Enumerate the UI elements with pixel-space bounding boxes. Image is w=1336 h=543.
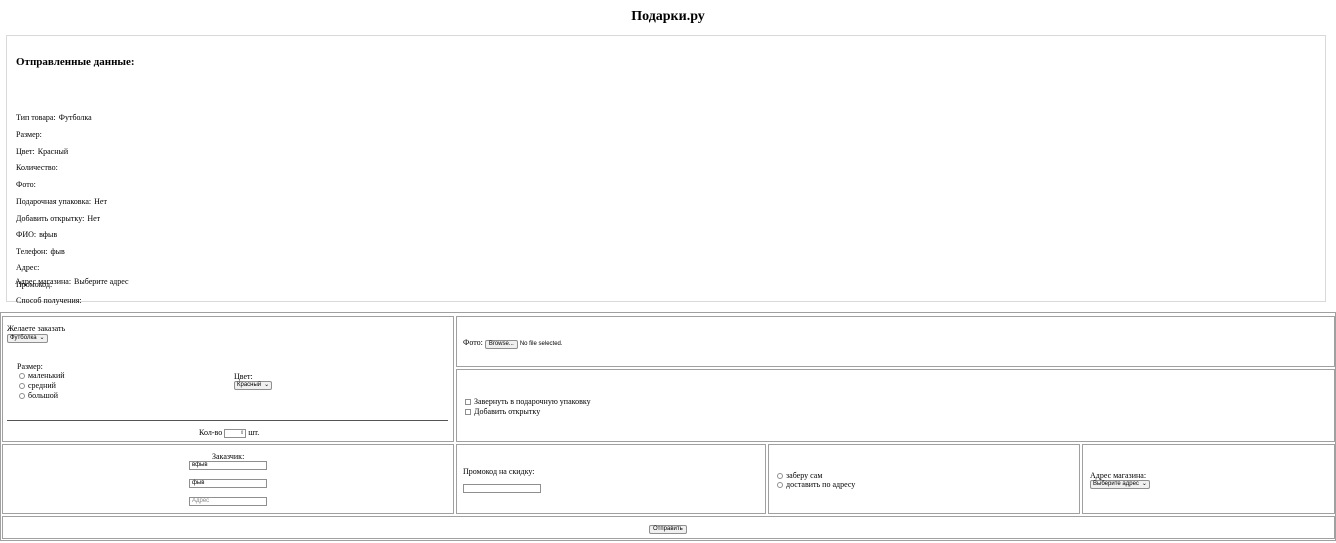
summary-row-quantity: Количество: [16,163,58,172]
product-select[interactable]: Футболка ⌄ [7,333,48,343]
checkbox-icon [465,399,471,406]
radio-icon [777,473,783,480]
quantity-label: Кол-во [199,428,223,437]
summary-row-address: Адрес: [16,263,40,272]
browse-button[interactable]: Browse... [484,340,518,349]
gift-wrap-checkbox[interactable]: Завернуть в подарочную упаковку [465,397,591,406]
chevron-down-icon: ⌄ [264,381,270,388]
submitted-data-heading: Отправленные данные: [16,56,135,68]
product-cell: Желаете заказать Футболка ⌄ Размер: мален… [2,316,454,442]
summary-row-delivery-method: Способ получения: [16,296,82,305]
chevron-down-icon: ⌄ [1141,480,1147,487]
radio-icon [19,393,25,400]
photo-label: Фото: [463,338,483,347]
promo-cell: Промокод на скидку: [456,444,766,514]
summary-row-name: ФИО: вфыв [16,230,58,239]
divider [7,420,448,421]
submit-cell: Отправить [2,516,1335,539]
radio-icon [777,482,783,489]
name-input[interactable]: вфыв [189,461,267,470]
extras-cell: Завернуть в подарочную упаковку Добавить… [456,369,1335,442]
quantity-stepper[interactable]: ⇕ [224,428,247,438]
summary-row-card: Добавить открытку: Нет [16,214,101,223]
size-option-large[interactable]: большой [19,391,58,400]
delivery-cell: заберу сам доставить по адресу [768,444,1080,514]
customer-cell: Заказчик: вфыв фыв Адрес [2,444,454,514]
summary-row-color: Цвет: Красный [16,147,69,156]
summary-row-photo: Фото: [16,180,36,189]
delivery-option-pickup[interactable]: заберу сам [777,471,822,480]
store-select[interactable]: Выберите адрес ⌄ [1090,479,1150,489]
summary-row-phone: Телефон: фыв [16,247,65,256]
product-label: Желаете заказать [7,324,66,333]
size-label: Размер: [17,362,43,371]
chevron-down-icon: ⌄ [39,334,45,341]
checkbox-icon [465,409,471,416]
address-input[interactable]: Адрес [189,497,267,506]
delivery-option-courier[interactable]: доставить по адресу [777,480,855,489]
color-select[interactable]: Красный ⌄ [234,380,273,390]
phone-input[interactable]: фыв [189,479,267,488]
spinner-icon: ⇕ [240,430,245,436]
submitted-data-panel: Отправленные данные: Тип товара: Футболка… [6,35,1326,305]
size-option-small[interactable]: маленький [19,371,65,380]
summary-row-gift-wrap: Подарочная упаковка: Нет [16,197,107,206]
page-title: Подарки.ру [631,9,705,24]
order-form: Желаете заказать Футболка ⌄ Размер: мален… [0,312,1336,541]
quantity-row: Кол-во ⇕ шт. [199,428,259,438]
promo-label: Промокод на скидку: [463,467,535,476]
customer-label: Заказчик: [212,452,245,461]
photo-row: Фото: Browse... No file selected. [463,338,563,349]
file-status: No file selected. [519,341,563,347]
photo-cell: Фото: Browse... No file selected. [456,316,1335,367]
radio-icon [19,373,25,380]
summary-row-product-type: Тип товара: Футболка [16,113,92,122]
add-card-checkbox[interactable]: Добавить открытку [465,407,540,416]
quantity-unit: шт. [248,428,260,437]
submit-button[interactable]: Отправить [649,525,687,534]
store-cell: Адрес магазина: Выберите адрес ⌄ [1082,444,1335,514]
summary-row-store-address: Адрес магазина: Выберите адрес [15,277,129,286]
size-option-medium[interactable]: средний [19,381,56,390]
radio-icon [19,383,25,390]
summary-row-size: Размер: [16,130,42,139]
promo-input[interactable] [463,484,541,493]
